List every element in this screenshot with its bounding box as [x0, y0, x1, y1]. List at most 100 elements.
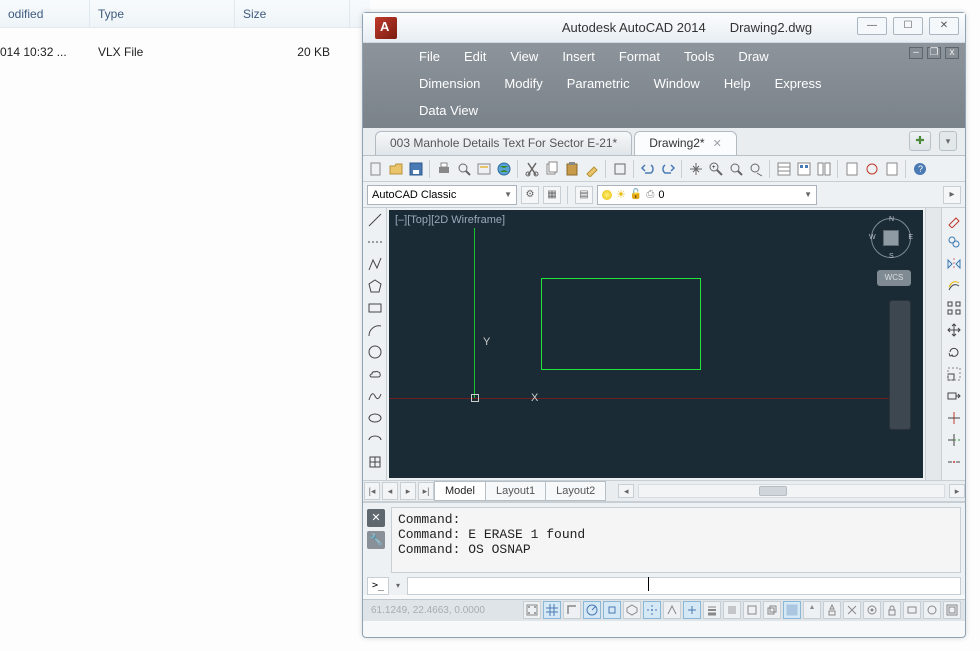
menu-dimension[interactable]: Dimension — [407, 70, 492, 97]
save-icon[interactable] — [407, 160, 425, 178]
horizontal-scrollbar[interactable] — [638, 484, 945, 498]
polygon-icon[interactable] — [365, 276, 385, 296]
copy-object-icon[interactable] — [944, 232, 964, 252]
workspace-combo[interactable]: AutoCAD Classic▼ — [367, 185, 517, 205]
object-snap-tracking-icon[interactable] — [643, 601, 661, 619]
hscroll-right-button[interactable]: ▸ — [949, 484, 965, 498]
open-icon[interactable] — [387, 160, 405, 178]
command-prompt-icon[interactable]: >_ — [367, 577, 389, 595]
zoom-window-icon[interactable] — [727, 160, 745, 178]
menu-draw[interactable]: Draw — [726, 43, 780, 70]
quick-properties-icon[interactable] — [743, 601, 761, 619]
polar-tracking-icon[interactable] — [583, 601, 601, 619]
drawn-rectangle[interactable] — [541, 278, 701, 370]
new-icon[interactable] — [367, 160, 385, 178]
workspace-switching-icon[interactable] — [863, 601, 881, 619]
minimize-button[interactable]: — — [857, 17, 887, 35]
column-size[interactable]: Size — [235, 0, 350, 28]
doc-tab-manhole[interactable]: 003 Manhole Details Text For Sector E-21… — [375, 131, 632, 155]
markup-icon[interactable] — [863, 160, 881, 178]
layout-tab-layout2[interactable]: Layout2 — [545, 481, 606, 501]
autocad-logo-icon[interactable] — [375, 17, 397, 39]
layer-properties-button[interactable]: ▤ — [575, 186, 593, 204]
annotation-autoscale-icon[interactable] — [843, 601, 861, 619]
mirror-icon[interactable] — [944, 254, 964, 274]
menu-file[interactable]: File — [407, 43, 452, 70]
layer-combo[interactable]: ☀ 🔓 ⎙ 0 ▼ — [597, 185, 817, 205]
array-icon[interactable] — [944, 298, 964, 318]
cursor-coordinates[interactable]: 61.1249, 22.4663, 0.0000 — [363, 605, 493, 616]
lineweight-icon[interactable] — [703, 601, 721, 619]
viewcube[interactable]: NSEW — [871, 218, 911, 258]
grid-display-icon[interactable] — [543, 601, 561, 619]
properties-icon[interactable] — [775, 160, 793, 178]
titlebar[interactable]: Autodesk AutoCAD 2014Drawing2.dwg — ☐ ✕ — [363, 13, 965, 43]
command-history[interactable]: Command: Command: E ERASE 1 found Comman… — [391, 507, 961, 573]
annotation-visibility-icon[interactable] — [823, 601, 841, 619]
cut-icon[interactable] — [523, 160, 541, 178]
workspace-settings-button[interactable]: ⚙ — [521, 186, 539, 204]
menu-modify[interactable]: Modify — [492, 70, 554, 97]
mdi-restore-button[interactable]: ❐ — [927, 47, 941, 59]
menu-window[interactable]: Window — [642, 70, 712, 97]
isolate-objects-icon[interactable] — [923, 601, 941, 619]
undo-icon[interactable] — [639, 160, 657, 178]
annotation-scale-icon[interactable] — [803, 601, 821, 619]
ortho-mode-icon[interactable] — [563, 601, 581, 619]
cmd-close-button[interactable]: ✕ — [367, 509, 385, 527]
menu-format[interactable]: Format — [607, 43, 672, 70]
print-icon[interactable] — [435, 160, 453, 178]
navigation-bar[interactable] — [889, 300, 911, 430]
design-center-icon[interactable] — [795, 160, 813, 178]
close-button[interactable]: ✕ — [929, 17, 959, 35]
copy-icon[interactable] — [543, 160, 561, 178]
construction-line-icon[interactable] — [365, 232, 385, 252]
dynamic-input-icon[interactable] — [683, 601, 701, 619]
break-at-point-icon[interactable] — [944, 452, 964, 472]
menu-parametric[interactable]: Parametric — [555, 70, 642, 97]
menu-insert[interactable]: Insert — [550, 43, 607, 70]
trim-icon[interactable] — [944, 408, 964, 428]
menu-edit[interactable]: Edit — [452, 43, 498, 70]
line-icon[interactable] — [365, 210, 385, 230]
polyline-icon[interactable] — [365, 254, 385, 274]
tool-palettes-icon[interactable] — [815, 160, 833, 178]
stretch-icon[interactable] — [944, 386, 964, 406]
explorer-file-row[interactable]: 014 10:32 ... VLX File 20 KB — [0, 45, 370, 69]
redo-icon[interactable] — [659, 160, 677, 178]
cmd-config-button[interactable]: 🔧 — [367, 531, 385, 549]
tab-next-button[interactable]: ▸ — [400, 482, 416, 500]
menu-express[interactable]: Express — [763, 70, 834, 97]
object-snap-icon[interactable] — [603, 601, 621, 619]
block-editor-icon[interactable] — [611, 160, 629, 178]
vertical-scrollbar[interactable] — [925, 208, 941, 480]
print-preview-icon[interactable] — [455, 160, 473, 178]
column-modified[interactable]: odified — [0, 0, 90, 28]
command-input[interactable] — [407, 577, 961, 595]
publish-icon[interactable] — [475, 160, 493, 178]
column-type[interactable]: Type — [90, 0, 235, 28]
layer-states-button[interactable]: ▸ — [943, 186, 961, 204]
offset-icon[interactable] — [944, 276, 964, 296]
tab-overflow-button[interactable]: ▾ — [939, 131, 957, 151]
maximize-button[interactable]: ☐ — [893, 17, 923, 35]
ellipse-arc-icon[interactable] — [365, 430, 385, 450]
rectangle-icon[interactable] — [365, 298, 385, 318]
scale-icon[interactable] — [944, 364, 964, 384]
snap-mode-icon[interactable] — [523, 601, 541, 619]
menu-help[interactable]: Help — [712, 70, 763, 97]
tab-last-button[interactable]: ▸| — [418, 482, 434, 500]
clean-screen-icon[interactable] — [943, 601, 961, 619]
layout-tab-model[interactable]: Model — [434, 481, 486, 501]
viewport-label[interactable]: [–][Top][2D Wireframe] — [395, 214, 505, 226]
toolbar-lock-icon[interactable] — [883, 601, 901, 619]
pan-icon[interactable] — [687, 160, 705, 178]
3d-object-snap-icon[interactable] — [623, 601, 641, 619]
selection-cycling-icon[interactable] — [763, 601, 781, 619]
tab-first-button[interactable]: |◂ — [364, 482, 380, 500]
wcs-badge[interactable]: WCS — [877, 270, 911, 286]
tab-close-icon[interactable]: ✕ — [713, 138, 722, 150]
revision-cloud-icon[interactable] — [365, 364, 385, 384]
match-properties-icon[interactable] — [583, 160, 601, 178]
sheet-set-icon[interactable] — [843, 160, 861, 178]
